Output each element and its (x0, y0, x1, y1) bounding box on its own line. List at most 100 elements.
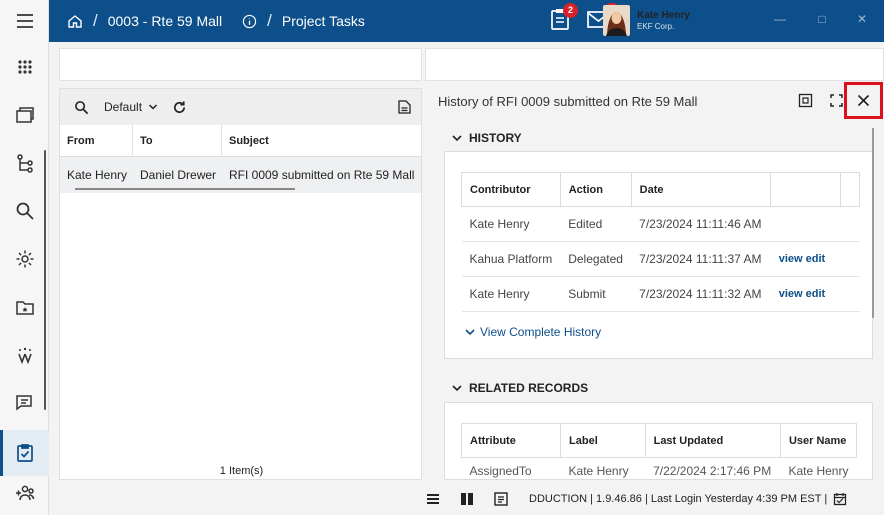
view-complete-history-link[interactable]: View Complete History (465, 325, 601, 339)
grid-header-row: From To Subject (60, 125, 421, 157)
cell-action: Delegated (560, 241, 632, 277)
list-view-icon[interactable] (426, 492, 440, 506)
maximize-icon[interactable]: □ (815, 12, 829, 26)
column-header-contributor: Contributor (461, 172, 561, 207)
view-filter-label: Default (104, 100, 143, 114)
detail-view-icon[interactable] (494, 492, 508, 506)
related-header-row: Attribute Label Last Updated User Name (460, 423, 858, 458)
column-header-date: Date (630, 172, 772, 207)
cell-user-name: Kate Henry (788, 464, 849, 478)
user-organization: EKF Corp. (637, 21, 675, 31)
cell-attribute: AssignedTo (469, 464, 532, 478)
search-icon[interactable] (74, 100, 89, 115)
list-toolbar: Default (60, 89, 421, 125)
user-name: Kate Henry (637, 9, 690, 21)
breadcrumb-page: Project Tasks (281, 13, 365, 29)
related-records-section-header[interactable]: RELATED RECORDS (452, 381, 588, 395)
history-section-header[interactable]: HISTORY (452, 131, 522, 145)
column-header-spacer (840, 172, 860, 207)
folders-icon[interactable] (0, 92, 49, 138)
calendar-icon[interactable] (833, 492, 847, 506)
history-section-title: HISTORY (469, 131, 522, 145)
cell-to: Daniel Drewer (140, 168, 217, 182)
table-row: AssignedTo Kate Henry 7/22/2024 2:17:46 … (462, 458, 857, 478)
history-header-row: Contributor Action Date (461, 172, 860, 207)
cell-last-updated: 7/22/2024 2:17:46 PM (653, 464, 772, 478)
table-row[interactable]: Kate Henry Daniel Drewer RFI 0009 submit… (60, 157, 421, 193)
rail-scrollbar[interactable] (44, 150, 46, 410)
horizontal-scrollbar[interactable] (75, 188, 295, 190)
table-row: Kate Henry Submit 7/23/2024 11:11:32 AM … (461, 276, 860, 312)
view-edit-link[interactable]: view edit (770, 276, 841, 312)
cell-from: Kate Henry (67, 168, 128, 182)
status-text: DDUCTION | 1.9.46.86 | Last Login Yester… (529, 493, 828, 505)
view-edit-link[interactable]: view edit (770, 241, 841, 277)
column-header-link (770, 172, 842, 207)
related-records-card: Attribute Label Last Updated User Name A… (444, 402, 873, 480)
split-view-icon[interactable] (460, 492, 474, 506)
chevron-down-icon (149, 104, 158, 110)
history-table: Contributor Action Date Kate Henry Edite… (461, 172, 860, 312)
left-navigation-rail (0, 0, 49, 515)
chevron-down-icon (452, 385, 462, 392)
detail-scrollbar[interactable] (872, 128, 874, 318)
cell-contributor: Kahua Platform (461, 241, 561, 277)
column-header-label: Label (560, 423, 646, 458)
cell-subject: RFI 0009 submitted on Rte 59 Mall (229, 168, 415, 182)
related-records-section-title: RELATED RECORDS (469, 381, 589, 395)
cell-date: 7/23/2024 11:11:46 AM (631, 206, 771, 242)
breadcrumb-project[interactable]: 0003 - Rte 59 Mall (108, 13, 222, 29)
column-header-action: Action (559, 172, 632, 207)
column-header-last-updated: Last Updated (644, 423, 781, 458)
column-header-to[interactable]: To (133, 125, 222, 156)
column-header-subject[interactable]: Subject (222, 125, 421, 156)
detail-title: History of RFI 0009 submitted on Rte 59 … (438, 94, 698, 109)
cell-label: Kate Henry (568, 464, 629, 478)
avatar[interactable] (603, 5, 630, 36)
copy-link-icon[interactable] (798, 93, 813, 108)
minimize-icon[interactable]: — (773, 12, 787, 26)
task-list-panel: Default From To Subject Kate Henry Danie… (59, 88, 422, 480)
hamburger-menu-icon[interactable] (0, 0, 49, 42)
sparkle-icon[interactable] (0, 332, 49, 378)
close-icon (857, 94, 870, 107)
hierarchy-icon[interactable] (0, 140, 49, 186)
view-complete-history-label: View Complete History (480, 325, 602, 339)
info-icon[interactable] (242, 14, 257, 29)
top-bar: / 0003 - Rte 59 Mall / Project Tasks (49, 0, 884, 42)
cell-contributor: Kate Henry (461, 206, 561, 242)
column-header-from[interactable]: From (60, 125, 133, 156)
tasks-notification[interactable]: 2 (548, 3, 578, 32)
chevron-down-icon (465, 329, 475, 336)
tasks-count-badge: 2 (563, 3, 578, 18)
close-panel-button[interactable] (844, 82, 883, 119)
cell-action: Edited (560, 206, 632, 242)
home-icon[interactable] (67, 13, 83, 29)
item-count: 1 Item(s) (219, 465, 264, 477)
apps-grid-icon[interactable] (0, 44, 49, 90)
export-document-icon[interactable] (398, 100, 411, 114)
related-records-table: Attribute Label Last Updated User Name A… (460, 423, 858, 478)
window-close-icon[interactable]: ✕ (855, 12, 869, 26)
detail-header-strip (425, 48, 884, 81)
status-bar: DDUCTION | 1.9.46.86 | Last Login Yester… (49, 484, 884, 515)
cell-date: 7/23/2024 11:11:37 AM (631, 241, 771, 277)
search-icon[interactable] (0, 188, 49, 234)
column-header-attribute: Attribute (460, 423, 562, 458)
messages-icon[interactable] (0, 380, 49, 426)
view-filter-dropdown[interactable]: Default (104, 100, 158, 114)
expand-icon[interactable] (829, 93, 844, 108)
user-profile[interactable]: Kate Henry EKF Corp. (603, 5, 690, 36)
refresh-icon[interactable] (172, 100, 187, 115)
folder-star-icon[interactable] (0, 284, 49, 330)
cell-contributor: Kate Henry (461, 276, 561, 312)
breadcrumb-separator: / (267, 11, 272, 30)
add-team-icon[interactable] (0, 470, 49, 515)
column-header-user-name: User Name (779, 423, 858, 458)
cell-date: 7/23/2024 11:11:32 AM (631, 276, 771, 312)
history-card: Contributor Action Date Kate Henry Edite… (444, 151, 873, 359)
breadcrumb-separator: / (93, 11, 98, 30)
settings-gear-icon[interactable] (0, 236, 49, 282)
list-header-strip (59, 48, 422, 81)
chevron-down-icon (452, 135, 462, 142)
